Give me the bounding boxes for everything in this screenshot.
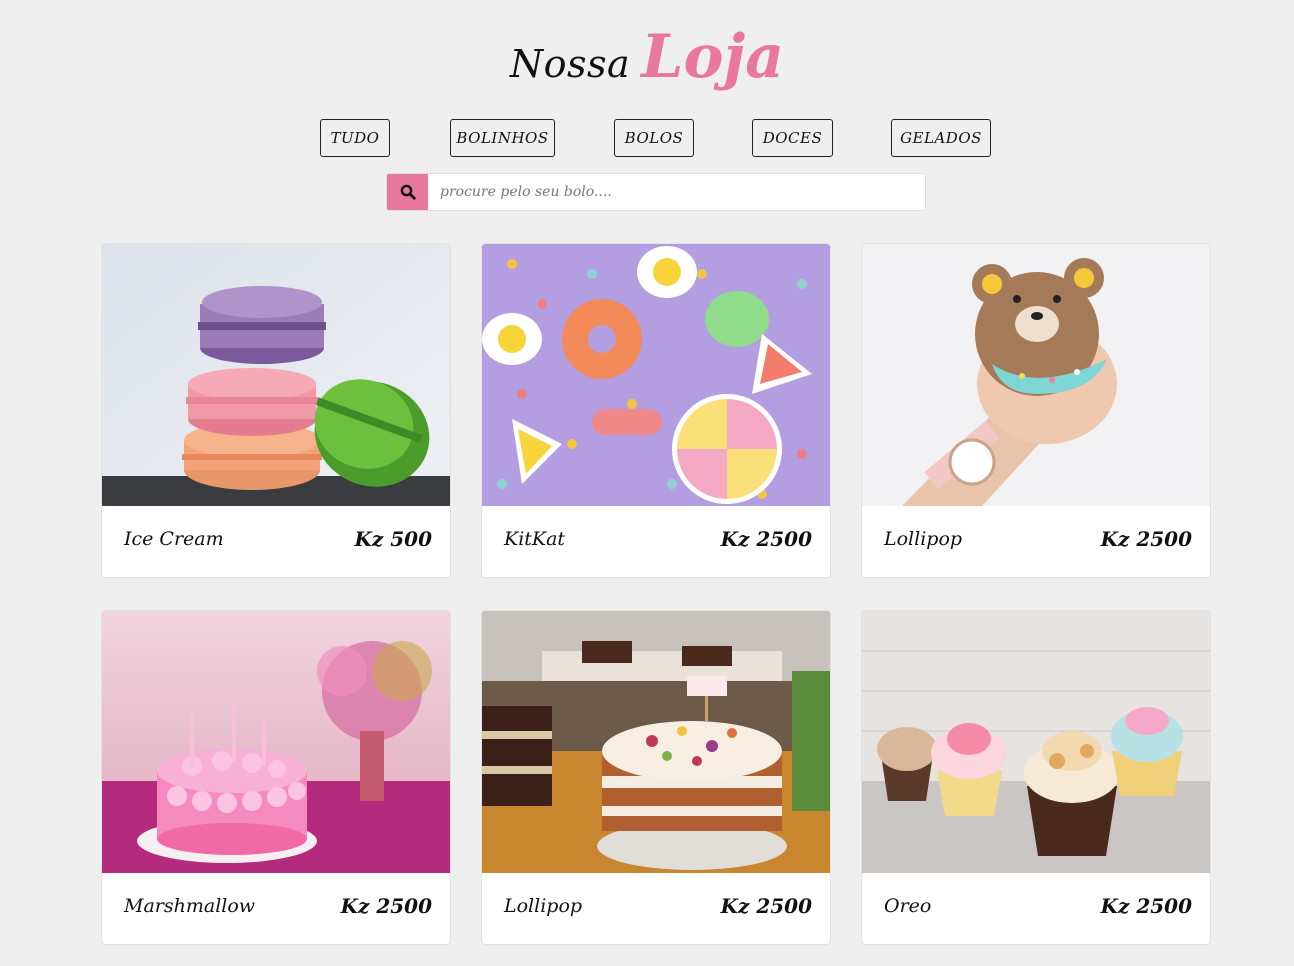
product-name: Lollipop (884, 527, 963, 550)
title-part-loja: Loja (641, 22, 785, 92)
product-name: Ice Cream (124, 527, 224, 550)
product-image-pink-cake[interactable] (102, 611, 450, 873)
product-name: Marshmallow (124, 894, 256, 917)
filter-tudo-button[interactable]: TUDO (320, 119, 390, 157)
product-name: Oreo (884, 894, 932, 917)
product-card[interactable]: Lollipop Kz 2500 (861, 243, 1211, 578)
product-card[interactable]: Lollipop Kz 2500 (481, 610, 831, 945)
category-filters: TUDO BOLINHOS BOLOS DOCES GELADOS (0, 119, 1294, 157)
product-price: Kz 2500 (720, 893, 812, 918)
product-info: Marshmallow Kz 2500 (102, 873, 450, 944)
product-price: Kz 2500 (1100, 526, 1192, 551)
product-price: Kz 500 (354, 526, 432, 551)
product-image-macarons[interactable] (102, 244, 450, 506)
product-image-candy[interactable] (482, 244, 830, 506)
product-image-cupcakes[interactable] (862, 611, 1210, 873)
page-header: Nossa Loja (0, 22, 1294, 92)
filter-bolos-button[interactable]: BOLOS (614, 119, 694, 157)
product-card[interactable]: Marshmallow Kz 2500 (101, 610, 451, 945)
product-price: Kz 2500 (340, 893, 432, 918)
filter-doces-button[interactable]: DOCES (752, 119, 833, 157)
product-card[interactable]: Ice Cream Kz 500 (101, 243, 451, 578)
product-name: KitKat (504, 527, 566, 550)
product-price: Kz 2500 (720, 526, 812, 551)
filter-bolinhos-button[interactable]: BOLINHOS (450, 119, 555, 157)
product-info: Oreo Kz 2500 (862, 873, 1210, 944)
product-info: KitKat Kz 2500 (482, 506, 830, 577)
search-input[interactable] (428, 174, 925, 210)
product-info: Lollipop Kz 2500 (482, 873, 830, 944)
product-image-naked-cake[interactable] (482, 611, 830, 873)
product-card[interactable]: Oreo Kz 2500 (861, 610, 1211, 945)
page-title: Nossa Loja (510, 22, 784, 92)
search-bar (386, 173, 926, 211)
product-price: Kz 2500 (1100, 893, 1192, 918)
product-info: Ice Cream Kz 500 (102, 506, 450, 577)
product-card[interactable]: KitKat Kz 2500 (481, 243, 831, 578)
filter-gelados-button[interactable]: GELADOS (891, 119, 991, 157)
product-name: Lollipop (504, 894, 583, 917)
product-info: Lollipop Kz 2500 (862, 506, 1210, 577)
search-button[interactable] (387, 174, 428, 210)
title-part-nossa: Nossa (509, 42, 631, 86)
product-image-bear-donut[interactable] (862, 244, 1210, 506)
search-icon (400, 184, 416, 200)
